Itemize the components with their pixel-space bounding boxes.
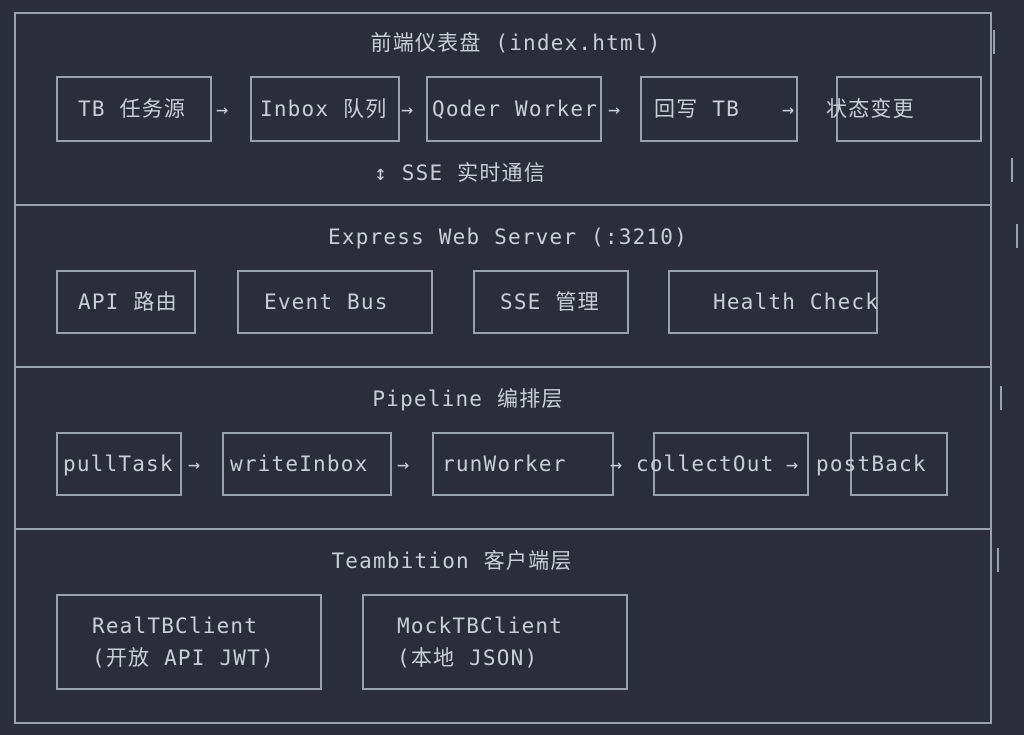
- flow-arrow: →: [610, 452, 623, 476]
- client-desc-mock: (本地 JSON): [397, 646, 539, 670]
- pipeline-label-postback: postBack: [816, 452, 927, 476]
- frontend-title: 前端仪表盘 (index.html): [370, 31, 662, 55]
- client-name-mock: MockTBClient: [397, 614, 564, 638]
- server-label-health: Health Check: [713, 290, 880, 314]
- section-divider: [14, 366, 992, 368]
- server-label-api: API 路由: [78, 290, 178, 314]
- architecture-diagram: 前端仪表盘 (index.html) TB 任务源 → Inbox 队列 → Q…: [0, 0, 1024, 735]
- client-box-mock: [362, 594, 628, 690]
- server-title: Express Web Server (:3210): [328, 225, 688, 249]
- server-label-sse: SSE 管理: [500, 290, 600, 314]
- flow-arrow: →: [608, 97, 621, 121]
- flow-label-write-back: 回写 TB: [654, 97, 740, 121]
- pipeline-label-writeinbox: writeInbox: [230, 452, 369, 476]
- pipeline-label-collectout: collectOut: [636, 452, 775, 476]
- flow-arrow: →: [188, 452, 201, 476]
- server-label-event-bus: Event Bus: [264, 290, 389, 314]
- flow-arrow: →: [216, 97, 229, 121]
- client-name-real: RealTBClient: [92, 614, 259, 638]
- pipeline-title: Pipeline 编排层: [372, 387, 564, 411]
- client-desc-real: (开放 API JWT): [92, 646, 275, 670]
- flow-arrow: →: [397, 452, 410, 476]
- flow-label-tb-source: TB 任务源: [78, 97, 187, 121]
- pipeline-label-pulltask: pullTask: [63, 452, 174, 476]
- frame-mark: [993, 30, 995, 54]
- section-divider: [14, 528, 992, 530]
- client-title: Teambition 客户端层: [331, 549, 573, 573]
- flow-arrow: →: [401, 97, 414, 121]
- flow-arrow: →: [782, 97, 795, 121]
- flow-label-status-change: 状态变更: [826, 97, 915, 121]
- flow-label-inbox: Inbox 队列: [260, 97, 388, 121]
- flow-arrow: →: [786, 452, 799, 476]
- pipeline-label-runworker: runWorker: [442, 452, 567, 476]
- client-box-real: [56, 594, 322, 690]
- frame-mark: [1011, 158, 1013, 182]
- frame-mark: [1000, 386, 1002, 410]
- section-divider: [14, 204, 992, 206]
- sse-note: ↕ SSE 实时通信: [374, 161, 546, 185]
- flow-label-qoder-worker: Qoder Worker: [432, 97, 599, 121]
- frame-mark: [997, 548, 999, 572]
- frame-mark: [1016, 224, 1018, 248]
